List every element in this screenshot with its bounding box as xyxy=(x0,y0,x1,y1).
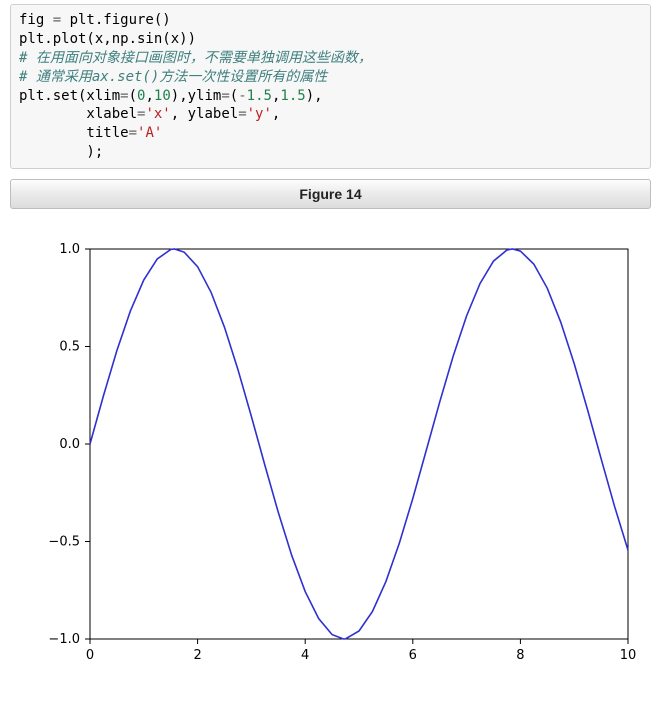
code-token: = xyxy=(53,12,70,28)
code-token: = xyxy=(238,106,246,122)
x-tick-label: 4 xyxy=(301,648,309,663)
y-tick-label: −1.0 xyxy=(48,632,80,647)
y-tick-label: 1.0 xyxy=(59,242,80,257)
figure-header: Figure 14 xyxy=(10,179,651,209)
code-token: xlabel xyxy=(19,106,137,122)
code-comment: # 在用面向对象接口画图时，不需要单独调用这些函数， xyxy=(19,50,372,66)
code-token: fig xyxy=(19,12,53,28)
y-tick-label: 0.5 xyxy=(59,340,80,355)
y-tick-label: 0.0 xyxy=(59,437,80,452)
x-tick-label: 6 xyxy=(409,648,417,663)
code-token: = xyxy=(129,125,137,141)
code-cell: fig = plt.figure() plt.plot(x,np.sin(x))… xyxy=(10,4,651,169)
code-token: , xyxy=(272,106,280,122)
y-tick-label: −0.5 xyxy=(48,535,80,550)
code-token: = xyxy=(221,88,229,104)
x-tick-label: 10 xyxy=(620,648,637,663)
code-token: , ylabel xyxy=(171,106,238,122)
code-token: 1.5 xyxy=(280,88,305,104)
code-token: 'x' xyxy=(145,106,170,122)
code-token: plt.set(xlim xyxy=(19,88,120,104)
code-token: plt.plot(x,np.sin(x)) xyxy=(19,31,196,47)
series-line xyxy=(90,249,628,639)
code-token: 'y' xyxy=(247,106,272,122)
code-token: title xyxy=(19,125,129,141)
chart-container: 0 2 4 6 8 10 −1.0 −0.5 0.0 0.5 1.0 xyxy=(0,227,661,687)
code-token: ( xyxy=(129,88,137,104)
code-token: , xyxy=(145,88,153,104)
code-comment: # 通常采用ax.set()方法一次性设置所有的属性 xyxy=(19,69,327,85)
code-token: plt.figure() xyxy=(70,12,171,28)
code-token: 10 xyxy=(154,88,171,104)
code-token: 1.5 xyxy=(247,88,272,104)
code-token: = xyxy=(120,88,128,104)
code-token: ( xyxy=(230,88,238,104)
code-token: - xyxy=(238,88,246,104)
code-token: ), xyxy=(306,88,323,104)
x-tick-label: 2 xyxy=(193,648,201,663)
code-token: ); xyxy=(19,144,103,160)
x-tick-label: 8 xyxy=(516,648,524,663)
line-chart: 0 2 4 6 8 10 −1.0 −0.5 0.0 0.5 1.0 xyxy=(20,237,640,667)
x-tick-label: 0 xyxy=(86,648,94,663)
figure-header-label: Figure 14 xyxy=(299,186,361,202)
code-token: ),ylim xyxy=(171,88,222,104)
code-token: 'A' xyxy=(137,125,162,141)
